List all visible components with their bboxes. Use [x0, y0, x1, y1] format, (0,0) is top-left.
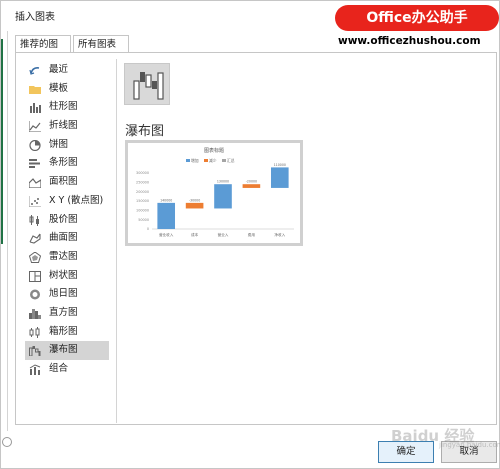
worksheet-edge [1, 31, 8, 431]
y-tick-label: 50000 [138, 218, 149, 222]
category-bar[interactable]: 条形图 [25, 154, 109, 173]
recent-icon [29, 67, 40, 75]
category-label: 最近 [49, 64, 69, 75]
sunburst-chart-icon [30, 289, 40, 300]
worksheet-selection-border [1, 39, 3, 244]
category-histogram[interactable]: 直方图 [25, 304, 109, 323]
legend-entry: 减少 [209, 158, 217, 163]
waterfall-chart: 图表标题增加 减少 汇总 0 50000 100000 150000 200000 250000… [136, 147, 294, 237]
y-tick-label: 250000 [136, 181, 149, 185]
bar-data-label: 140000 [160, 198, 172, 202]
x-tick-label: 成本 [191, 232, 199, 237]
category-label: 组合 [49, 363, 69, 374]
category-label: 股价图 [49, 213, 78, 225]
x-tick-label: 净收入 [274, 232, 285, 237]
combo-chart-icon [29, 364, 41, 375]
waterfall-bar [157, 202, 176, 229]
box-chart-icon [29, 326, 40, 338]
selected-chart-name: 瀑布图 [125, 124, 165, 139]
bar-data-label: 130000 [217, 180, 229, 184]
dialog-title: 插入图表 [15, 12, 55, 23]
waterfall-bar [242, 184, 261, 188]
tab-recommended-charts[interactable]: 推荐的图表 [15, 35, 71, 67]
category-label: 直方图 [49, 306, 78, 318]
scatter-chart-icon [29, 195, 41, 207]
category-label: 树状图 [49, 269, 78, 281]
waterfall-bar [214, 184, 232, 209]
category-label: 雷达图 [49, 250, 78, 262]
category-label: X Y (散点图) [49, 194, 104, 206]
sheet-add-icon [2, 437, 12, 447]
stock-chart-icon [29, 214, 39, 226]
pie-chart-icon [29, 139, 41, 151]
y-tick-label: 100000 [136, 209, 149, 213]
waterfall-subtype-icon [133, 72, 164, 100]
category-label: 曲面图 [49, 232, 78, 244]
surface-chart-icon [29, 233, 41, 244]
legend-entry: 汇总 [227, 158, 235, 163]
area-chart-icon [29, 178, 41, 189]
histogram-chart-icon [29, 308, 41, 319]
treemap-chart-icon [29, 270, 41, 282]
category-scatter[interactable]: X Y (散点图) [25, 192, 109, 211]
y-tick-label: 0 [147, 227, 149, 231]
line-chart-icon [29, 121, 41, 133]
category-label: 旭日图 [49, 288, 78, 300]
category-label: 箱形图 [49, 325, 78, 337]
bar-data-label: 110000 [274, 163, 286, 167]
bar-data-label: -30000 [189, 198, 200, 202]
category-label: 瀑布图 [49, 344, 78, 356]
category-area[interactable]: 面积图 [25, 173, 109, 192]
category-radar[interactable]: 雷达图 [25, 248, 109, 267]
category-label: 模板 [49, 82, 69, 94]
waterfall-bar [185, 202, 204, 209]
category-label: 面积图 [49, 176, 78, 188]
category-box[interactable]: 箱形图 [25, 323, 109, 342]
category-pie[interactable]: 饼图 [25, 136, 109, 155]
legend-swatch [186, 159, 190, 162]
brand-url: www.officezhushou.com [338, 35, 481, 47]
legend-swatch [222, 159, 226, 162]
category-label: 条形图 [49, 157, 78, 169]
chart-category-list: 最近 模板 柱形图 折线图 饼图 条形图 面积图 X Y (散点图) 股价图 曲… [25, 61, 109, 379]
category-label: 折线图 [49, 120, 78, 132]
bar-chart-icon [29, 159, 40, 169]
x-tick-label: 费用 [248, 232, 256, 237]
category-line[interactable]: 折线图 [25, 117, 109, 136]
y-tick-label: 150000 [136, 199, 149, 203]
category-waterfall[interactable]: 瀑布图 [25, 341, 109, 360]
radar-chart-icon [29, 251, 41, 263]
waterfall-bar [270, 167, 289, 188]
folder-icon [29, 85, 41, 94]
category-column[interactable]: 柱形图 [25, 98, 109, 117]
category-label: 柱形图 [49, 101, 78, 113]
category-treemap[interactable]: 树状图 [25, 267, 109, 286]
waterfall-chart-icon [29, 346, 41, 357]
category-label: 饼图 [49, 138, 69, 150]
panel-separator [116, 59, 117, 423]
x-tick-label: 营业入 [218, 232, 229, 237]
category-templates[interactable]: 模板 [25, 80, 109, 99]
insert-chart-dialog: 插入图表 Office办公助手 www.officezhushou.com 推荐… [0, 0, 500, 469]
bar-data-label: -20000 [246, 180, 257, 184]
legend-swatch [204, 159, 208, 162]
legend-entry: 增加 [191, 158, 199, 163]
category-surface[interactable]: 曲面图 [25, 229, 109, 248]
chart-preview[interactable]: 图表标题 增加 减少 汇总 0 50000 100000 150000 200000 250000… [125, 140, 303, 246]
watermark-subtext: jingyan.baidu.com [439, 441, 500, 449]
tab-all-charts[interactable]: 所有图表 [73, 35, 129, 53]
category-combo[interactable]: 组合 [25, 360, 109, 379]
x-tick-label: 营业收入 [159, 232, 174, 237]
brand-logo: Office办公助手 [335, 5, 499, 31]
chart-title: 图表标题 [204, 147, 224, 154]
column-chart-icon [30, 103, 41, 114]
y-tick-label: 300000 [136, 171, 149, 175]
category-recent[interactable]: 最近 [25, 61, 109, 80]
category-sunburst[interactable]: 旭日图 [25, 285, 109, 304]
waterfall-subtype-thumbnail[interactable] [124, 63, 170, 105]
category-stock[interactable]: 股价图 [25, 211, 109, 230]
y-tick-label: 200000 [136, 190, 149, 194]
